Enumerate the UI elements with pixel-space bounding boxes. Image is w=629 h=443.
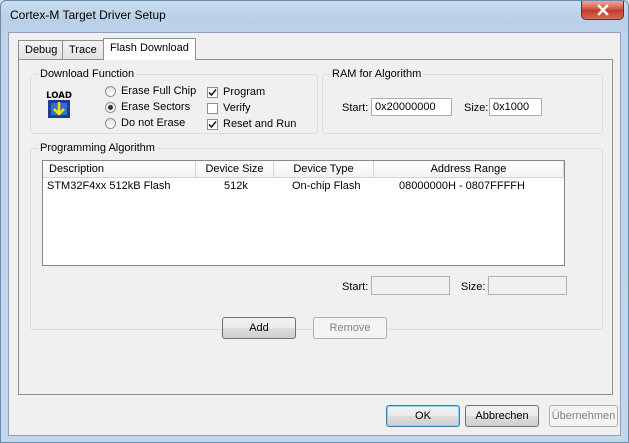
svg-text:LOAD: LOAD: [46, 91, 72, 101]
do-not-erase-radio[interactable]: [105, 118, 116, 129]
program-label: Program: [223, 86, 266, 98]
programming-algorithm-group: Programming Algorithm Description Device…: [30, 142, 603, 330]
verify-checkbox[interactable]: [207, 103, 218, 114]
row-device-size: 512k: [224, 180, 248, 192]
column-address-range[interactable]: Address Range: [374, 161, 564, 178]
row-address-range: 08000000H - 0807FFFFH: [399, 180, 525, 192]
tab-flash-download-label: Flash Download: [110, 42, 189, 54]
flash-download-panel: Download Function LOAD Erase Full Chip E…: [18, 59, 613, 395]
tab-trace-label: Trace: [69, 44, 97, 56]
tab-trace[interactable]: Trace: [62, 40, 104, 59]
program-checkbox[interactable]: [207, 87, 218, 98]
dialog-client-area: Debug Trace Flash Download Download Func…: [8, 32, 621, 436]
algorithm-list[interactable]: Description Device Size Device Type Addr…: [42, 160, 565, 266]
ram-start-label: Start:: [342, 102, 369, 114]
dialog-window: Cortex-M Target Driver Setup Debug Trace…: [0, 0, 629, 443]
load-icon: LOAD: [44, 89, 74, 119]
tab-flash-download[interactable]: Flash Download: [103, 38, 196, 60]
apply-button[interactable]: Übernehmen: [549, 405, 618, 427]
programming-algorithm-label: Programming Algorithm: [38, 142, 157, 154]
algorithm-start-input[interactable]: [371, 276, 450, 295]
close-button[interactable]: [581, 1, 624, 20]
reset-and-run-label: Reset and Run: [223, 118, 297, 130]
algorithm-start-label: Start:: [342, 281, 369, 293]
table-row[interactable]: STM32F4xx 512kB Flash 512k On-chip Flash…: [43, 179, 564, 195]
verify-label: Verify: [223, 102, 251, 114]
download-function-group: Download Function LOAD Erase Full Chip E…: [30, 68, 318, 134]
column-description[interactable]: Description: [43, 161, 196, 178]
algorithm-size-input[interactable]: [488, 276, 567, 295]
erase-full-chip-label: Erase Full Chip: [121, 85, 197, 97]
column-device-size[interactable]: Device Size: [196, 161, 274, 178]
download-function-label: Download Function: [38, 68, 137, 80]
erase-full-chip-radio[interactable]: [105, 86, 116, 97]
ram-size-input[interactable]: 0x1000: [489, 98, 542, 116]
column-device-type[interactable]: Device Type: [274, 161, 374, 178]
do-not-erase-label: Do not Erase: [121, 117, 186, 129]
close-icon: [596, 4, 609, 16]
row-device-type: On-chip Flash: [292, 180, 361, 192]
reset-and-run-checkbox[interactable]: [207, 119, 218, 130]
ram-for-algorithm-label: RAM for Algorithm: [330, 68, 424, 80]
row-description: STM32F4xx 512kB Flash: [47, 180, 171, 192]
algorithm-size-label: Size:: [461, 281, 486, 293]
erase-sectors-label: Erase Sectors: [121, 101, 191, 113]
ram-start-input[interactable]: 0x20000000: [371, 98, 452, 116]
ram-size-label: Size:: [464, 102, 489, 114]
tab-debug-label: Debug: [25, 44, 58, 56]
window-title: Cortex-M Target Driver Setup: [10, 8, 166, 22]
erase-sectors-radio[interactable]: [105, 102, 116, 113]
add-button[interactable]: Add: [222, 317, 296, 339]
cancel-button[interactable]: Abbrechen: [465, 405, 539, 427]
title-bar[interactable]: Cortex-M Target Driver Setup: [1, 1, 628, 31]
ram-for-algorithm-group: RAM for Algorithm Start: 0x20000000 Size…: [322, 68, 603, 134]
checkmark-icon: [208, 88, 217, 97]
tab-debug[interactable]: Debug: [18, 40, 65, 59]
ok-button[interactable]: OK: [386, 405, 460, 427]
remove-button[interactable]: Remove: [313, 317, 387, 339]
checkmark-icon: [208, 120, 217, 129]
